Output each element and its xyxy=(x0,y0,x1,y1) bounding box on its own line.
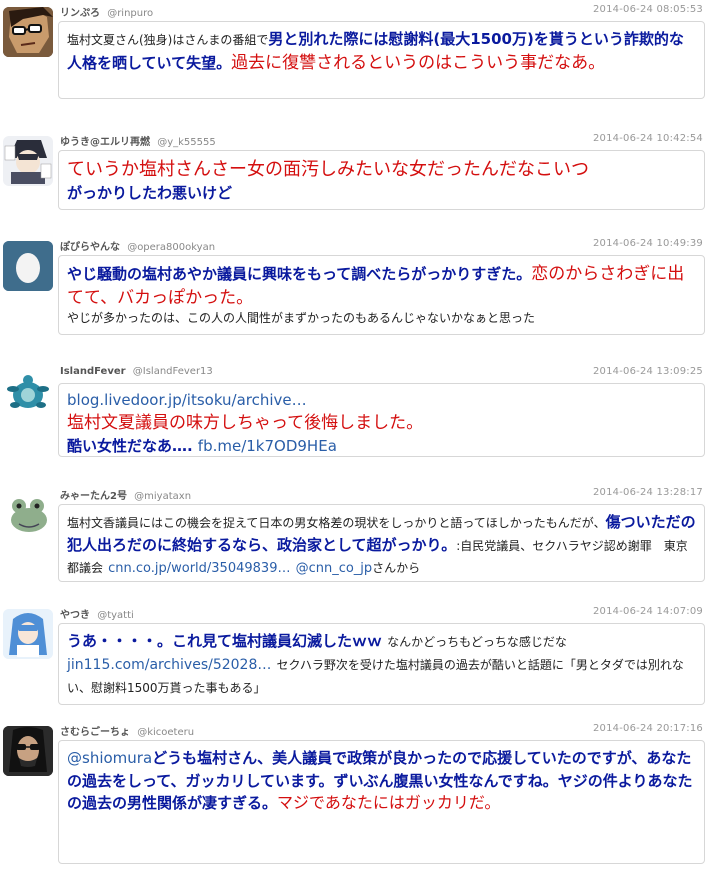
avatar-anime-icon xyxy=(3,136,53,186)
tweet-text-emphasis: どうも塩村さん、美人議員で政策が良かったので応援していたのですが、 xyxy=(152,749,647,767)
tweet-body: ていうか塩村さんさー女の面汚しみたいな女だったんだなこいつ がっかりしたわ悪いけ… xyxy=(58,150,705,210)
avatar[interactable] xyxy=(3,609,53,659)
tweet-text-emphasis: 酷い女性だなあ…. xyxy=(67,437,193,456)
default-egg-avatar-icon xyxy=(3,241,53,291)
tweet-text-emphasis: がっかりしたわ悪いけど xyxy=(67,183,233,202)
tweet: ぽぴらやんな @opera800okyan 2014-06-24 10:49:3… xyxy=(0,238,709,338)
tweet-header: さむらごーちょ @kicoeteru 2014-06-24 20:17:16 xyxy=(60,723,705,739)
tweet-text-emphasis: うあ・・・・。これ見て塩村議員幻滅したｗｗ xyxy=(67,632,383,650)
user-name[interactable]: やつき xyxy=(60,610,90,621)
tweet-header: やつき @tyatti 2014-06-24 14:07:09 xyxy=(60,606,705,622)
user-handle[interactable]: @miyataxn xyxy=(134,491,191,502)
user-handle[interactable]: @rinpuro xyxy=(107,8,153,19)
timestamp[interactable]: 2014-06-24 10:49:39 xyxy=(593,238,703,249)
tweet-link[interactable]: blog.livedoor.jp/itsoku/archive… xyxy=(67,390,696,411)
avatar-blue-hair-girl-icon xyxy=(3,609,53,659)
tweet: やつき @tyatti 2014-06-24 14:07:09 うあ・・・・。こ… xyxy=(0,606,709,716)
user-name[interactable]: IslandFever xyxy=(60,366,126,377)
tweet-text: やじが多かったのは、この人の人間性がまずかったのもあるんじゃないかなぁと思った xyxy=(67,311,536,326)
avatar[interactable] xyxy=(3,136,53,186)
tweet-text-emphasis: やじ騒動の塩村あやか議員に興味をもって調べたらがっかりすぎた。 xyxy=(67,265,532,283)
tweet-body: うあ・・・・。これ見て塩村議員幻滅したｗｗ なんかどっちもどっちな感じだな ji… xyxy=(58,623,705,705)
avatar-sunglasses-man-icon xyxy=(3,726,53,776)
user-name[interactable]: さむらごーちょ xyxy=(60,727,130,738)
tweet-text: さんから xyxy=(372,561,421,576)
mention-link[interactable]: @shiomura xyxy=(67,749,152,767)
tweet-header: ゆうき@エルリ再燃 @y_k55555 2014-06-24 10:42:54 xyxy=(60,133,705,149)
tweet-header: IslandFever @IslandFever13 2014-06-24 13… xyxy=(60,366,705,382)
tweet-text: なんかどっちもどっちな感じだな xyxy=(387,635,567,649)
tweet-link[interactable]: jin115.com/archives/52028… xyxy=(67,657,271,673)
tweet-body: @shiomuraどうも塩村さん、美人議員で政策が良かったので応援していたのです… xyxy=(58,740,705,864)
tweet-text: 塩村文香議員にはこの機会を捉えて日本の男女格差の現状をしっかりと語ってほしかった… xyxy=(67,516,606,530)
avatar[interactable] xyxy=(3,7,53,57)
timestamp[interactable]: 2014-06-24 14:07:09 xyxy=(593,606,703,617)
tweet-body: やじ騒動の塩村あやか議員に興味をもって調べたらがっかりすぎた。恋のからさわぎに出… xyxy=(58,255,705,335)
avatar-frog-icon xyxy=(3,490,53,540)
user-handle[interactable]: @IslandFever13 xyxy=(133,366,213,377)
tweet-text-highlight: 塩村文夏議員の味方しちゃって後悔しました。 xyxy=(67,413,424,434)
tweet: IslandFever @IslandFever13 2014-06-24 13… xyxy=(0,366,709,466)
avatar[interactable] xyxy=(3,241,53,291)
timestamp[interactable]: 2014-06-24 08:05:53 xyxy=(593,4,703,15)
mention-link[interactable]: @cnn_co_jp xyxy=(296,561,373,576)
tweet-body: 塩村文香議員にはこの機会を捉えて日本の男女格差の現状をしっかりと語ってほしかった… xyxy=(58,504,705,582)
timestamp[interactable]: 2014-06-24 13:28:17 xyxy=(593,487,703,498)
avatar[interactable] xyxy=(3,490,53,540)
tweet: さむらごーちょ @kicoeteru 2014-06-24 20:17:16 @… xyxy=(0,723,709,868)
tweet-link[interactable]: fb.me/1k7OD9HEa xyxy=(198,437,337,455)
tweet-header: リンぷろ @rinpuro 2014-06-24 08:05:53 xyxy=(60,4,705,20)
tweet-body: blog.livedoor.jp/itsoku/archive… 塩村文夏議員の… xyxy=(58,383,705,457)
avatar-turtle-icon xyxy=(3,369,53,419)
tweet-header: ぽぴらやんな @opera800okyan 2014-06-24 10:49:3… xyxy=(60,238,705,254)
tweet-body: 塩村文夏さん(独身)はさんまの番組で男と別れた際には慰謝料(最大1500万)を貰… xyxy=(58,21,705,99)
tweet-header: みゃーたん2号 @miyataxn 2014-06-24 13:28:17 xyxy=(60,487,705,503)
user-name[interactable]: ゆうき@エルリ再燃 xyxy=(60,137,150,148)
timestamp[interactable]: 2014-06-24 10:42:54 xyxy=(593,133,703,144)
user-name[interactable]: みゃーたん2号 xyxy=(60,491,127,502)
avatar-glasses-man-icon xyxy=(3,7,53,57)
tweet-text-highlight: マジであなたにはガッカリだ。 xyxy=(277,793,501,813)
user-handle[interactable]: @kicoeteru xyxy=(137,727,194,738)
tweet-text: 塩村文夏さん(独身)はさんまの番組で xyxy=(67,33,269,47)
timestamp[interactable]: 2014-06-24 20:17:16 xyxy=(593,723,703,734)
tweet: リンぷろ @rinpuro 2014-06-24 08:05:53 塩村文夏さん… xyxy=(0,4,709,114)
tweet: みゃーたん2号 @miyataxn 2014-06-24 13:28:17 塩村… xyxy=(0,487,709,592)
avatar[interactable] xyxy=(3,726,53,776)
tweet-link[interactable]: cnn.co.jp/world/35049839… xyxy=(108,561,290,576)
user-handle[interactable]: @y_k55555 xyxy=(157,137,216,148)
tweet-text-highlight: ていうか塩村さんさー女の面汚しみたいな女だったんだなこいつ xyxy=(67,159,589,180)
avatar[interactable] xyxy=(3,369,53,419)
timestamp[interactable]: 2014-06-24 13:09:25 xyxy=(593,366,703,377)
tweet-text-highlight: 過去に復讐されるというのはこういう事だなあ。 xyxy=(231,52,606,73)
user-handle[interactable]: @tyatti xyxy=(97,610,134,621)
user-name[interactable]: リンぷろ xyxy=(60,8,100,19)
user-handle[interactable]: @opera800okyan xyxy=(127,242,215,253)
user-name[interactable]: ぽぴらやんな xyxy=(60,242,120,253)
tweet: ゆうき@エルリ再燃 @y_k55555 2014-06-24 10:42:54 … xyxy=(0,133,709,223)
